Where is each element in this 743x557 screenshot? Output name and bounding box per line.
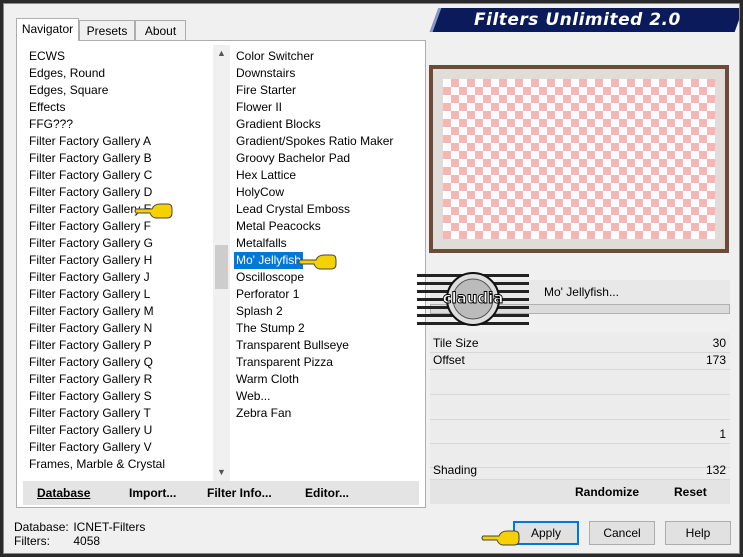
parameter-value: 30 — [712, 336, 726, 350]
category-item[interactable]: Filter Factory Gallery F — [27, 218, 153, 235]
category-item[interactable]: Filter Factory Gallery D — [27, 184, 154, 201]
category-item[interactable]: Filter Factory Gallery A — [27, 133, 153, 150]
category-item[interactable]: Filter Factory Gallery B — [27, 150, 154, 167]
status-filters-row: Filters: 4058 — [14, 534, 145, 548]
filter-item[interactable]: The Stump 2 — [234, 320, 307, 337]
tab-about[interactable]: About — [135, 20, 186, 40]
parameter-value: 173 — [705, 353, 726, 367]
filter-item[interactable]: Metalfalls — [234, 235, 289, 252]
pointing-hand-icon — [134, 203, 173, 219]
filter-item[interactable]: Lead Crystal Emboss — [234, 201, 352, 218]
parameter-label: Offset — [433, 353, 465, 367]
preview-checkerboard — [443, 79, 715, 239]
filter-item[interactable]: Hex Lattice — [234, 167, 298, 184]
parameter-slider[interactable]: Tile Size 30 — [430, 335, 730, 353]
parameter-label: Tile Size — [433, 336, 479, 350]
parameter-label: Shading — [433, 463, 478, 477]
reset-button[interactable]: Reset — [674, 484, 707, 500]
current-filter-name: Mo' Jellyfish... — [544, 285, 619, 299]
filter-item[interactable]: Groovy Bachelor Pad — [234, 150, 352, 167]
status-area: Database: ICNET-Filters Filters: 4058 — [14, 520, 145, 548]
category-item[interactable]: Filter Factory Gallery P — [27, 337, 154, 354]
filter-item[interactable]: Web... — [234, 388, 272, 405]
category-item[interactable]: Filter Factory Gallery R — [27, 371, 154, 388]
watermark-text: claudia — [443, 289, 504, 307]
category-item[interactable]: Filter Factory Gallery G — [27, 235, 155, 252]
category-item[interactable]: Filter Factory Gallery U — [27, 422, 154, 439]
filters-unlimited-window: Filters Unlimited 2.0 Navigator Presets … — [3, 3, 740, 554]
category-item[interactable]: Filter Factory Gallery M — [27, 303, 156, 320]
parameter-slider[interactable]: 1 — [430, 426, 730, 444]
parameter-panel: Tile Size 30 Offset 173 1 Shading 132 — [430, 332, 730, 480]
filter-item[interactable]: Downstairs — [234, 65, 297, 82]
parameter-value: 132 — [705, 463, 726, 477]
category-item[interactable]: Filter Factory Gallery T — [27, 405, 153, 422]
filter-item[interactable]: Perforator 1 — [234, 286, 301, 303]
filter-item[interactable]: Zebra Fan — [234, 405, 293, 422]
database-button-label: Database — [37, 486, 91, 500]
scroll-thumb[interactable] — [215, 245, 228, 289]
status-filters-value: 4058 — [73, 534, 101, 548]
category-item[interactable]: Effects — [27, 99, 67, 116]
category-item[interactable]: Filter Factory Gallery N — [27, 320, 154, 337]
filter-item[interactable]: Transparent Pizza — [234, 354, 335, 371]
category-item[interactable]: Filter Factory Gallery C — [27, 167, 154, 184]
editor-button[interactable]: Editor... — [305, 485, 349, 501]
tab-navigator[interactable]: Navigator — [16, 18, 79, 41]
filter-item[interactable]: Gradient Blocks — [234, 116, 323, 133]
help-button[interactable]: Help — [665, 521, 731, 545]
category-list[interactable]: ECWS Edges, Round Edges, Square Effects FFG?… — [27, 48, 207, 478]
category-item[interactable]: Filter Factory Gallery Q — [27, 354, 155, 371]
database-button[interactable]: Database — [37, 485, 90, 501]
category-item[interactable]: Filter Factory Gallery L — [27, 286, 152, 303]
tab-presets[interactable]: Presets — [79, 20, 135, 40]
pointing-hand-icon — [298, 254, 337, 270]
pointing-hand-icon — [481, 530, 520, 546]
category-item[interactable]: ECWS — [27, 48, 67, 65]
filter-item[interactable]: Metal Peacocks — [234, 218, 323, 235]
filter-item[interactable]: Fire Starter — [234, 82, 298, 99]
filter-item[interactable]: Transparent Bullseye — [234, 337, 351, 354]
filter-item[interactable]: Oscilloscope — [234, 269, 306, 286]
filter-item[interactable]: HolyCow — [234, 184, 286, 201]
filter-item[interactable]: Gradient/Spokes Ratio Maker — [234, 133, 395, 150]
status-filters-label: Filters: — [14, 534, 50, 548]
cancel-button[interactable]: Cancel — [589, 521, 655, 545]
claudia-watermark: claudia — [417, 272, 529, 326]
status-database-label: Database: — [14, 520, 69, 534]
filter-item[interactable]: Splash 2 — [234, 303, 285, 320]
status-database-value: ICNET-Filters — [73, 520, 146, 534]
window-title: Filters Unlimited 2.0 — [474, 10, 681, 30]
category-item[interactable]: Edges, Round — [27, 65, 107, 82]
parameter-slider[interactable]: Shading 132 — [430, 462, 730, 480]
status-database-row: Database: ICNET-Filters — [14, 520, 145, 534]
parameter-slider[interactable]: Offset 173 — [430, 352, 730, 370]
filter-item[interactable]: Flower II — [234, 99, 284, 116]
import-button[interactable]: Import... — [129, 485, 176, 501]
randomize-button[interactable]: Randomize — [575, 484, 639, 500]
apply-button[interactable]: Apply — [513, 521, 579, 545]
filter-info-button[interactable]: Filter Info... — [207, 485, 272, 501]
scroll-up-icon[interactable]: ▲ — [213, 45, 230, 62]
parameter-slider[interactable] — [430, 402, 730, 420]
preview-frame — [433, 69, 725, 249]
filter-item[interactable]: Warm Cloth — [234, 371, 301, 388]
parameter-value: 1 — [719, 427, 726, 441]
filter-item[interactable]: Color Switcher — [234, 48, 316, 65]
scroll-down-icon[interactable]: ▼ — [213, 464, 230, 481]
category-item[interactable]: FFG??? — [27, 116, 75, 133]
filter-item-selected[interactable]: Mo' Jellyfish — [234, 252, 303, 269]
preview-image — [429, 65, 729, 253]
parameter-slider[interactable] — [430, 377, 730, 395]
category-item[interactable]: Filter Factory Gallery S — [27, 388, 154, 405]
navigator-panel: ECWS Edges, Round Edges, Square Effects FFG?… — [16, 40, 426, 508]
navigator-button-bar: Database Import... Filter Info... Editor… — [23, 481, 419, 505]
category-item[interactable]: Filter Factory Gallery V — [27, 439, 154, 456]
category-item[interactable]: Frames, Marble & Crystal — [27, 456, 167, 473]
category-item[interactable]: Filter Factory Gallery H — [27, 252, 154, 269]
category-item[interactable]: Edges, Square — [27, 82, 110, 99]
preset-button-bar: Randomize Reset — [430, 480, 730, 504]
category-item[interactable]: Filter Factory Gallery J — [27, 269, 152, 286]
category-scrollbar[interactable]: ▲ ▼ — [213, 45, 230, 481]
